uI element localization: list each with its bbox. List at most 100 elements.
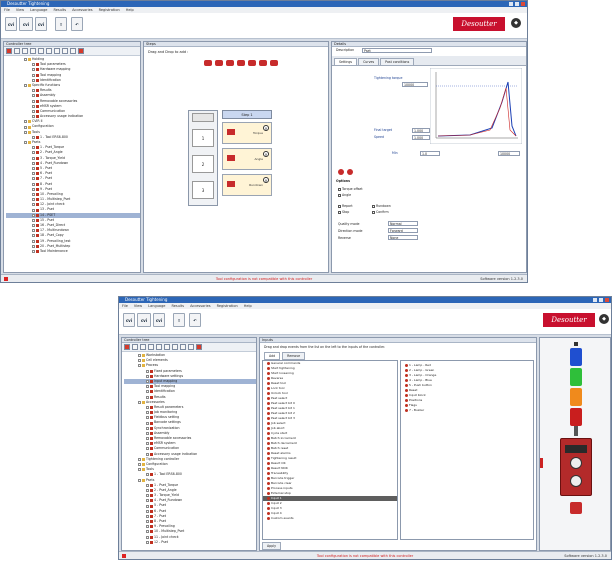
remove-icon[interactable]: ×: [263, 177, 269, 183]
step-card-rundown[interactable]: Rundown ×: [222, 174, 272, 196]
paste-icon[interactable]: [22, 48, 28, 54]
copy-icon[interactable]: [132, 344, 138, 350]
lamp-green[interactable]: [570, 368, 582, 386]
expand-toggle-icon[interactable]: [138, 463, 141, 467]
counterclockwise-icon[interactable]: [347, 169, 353, 175]
push-button-2[interactable]: [570, 475, 582, 487]
cvi-button-1[interactable]: cvi: [123, 313, 135, 327]
remove-icon[interactable]: ×: [263, 151, 269, 157]
reverse-step-icon[interactable]: [270, 60, 278, 66]
export-icon[interactable]: [54, 48, 60, 54]
checkbox-4[interactable]: Stop: [338, 210, 349, 214]
undo-button[interactable]: ↶: [189, 313, 201, 327]
settings-icon[interactable]: [70, 48, 76, 54]
expand-toggle-icon[interactable]: [138, 400, 141, 404]
cvi-button-3[interactable]: cvi: [35, 17, 47, 31]
checkbox-5[interactable]: Rundown: [372, 204, 391, 208]
field-input-4[interactable]: 1.0: [420, 151, 440, 156]
close-button[interactable]: [605, 298, 609, 302]
lamp-blue[interactable]: [570, 348, 582, 366]
expand-toggle-icon[interactable]: [24, 130, 27, 134]
expand-toggle-icon[interactable]: [138, 364, 141, 368]
expand-toggle-icon[interactable]: [138, 468, 141, 472]
collapse-handle[interactable]: [540, 458, 543, 468]
tab-2[interactable]: Curves: [358, 58, 380, 65]
cvi-button-2[interactable]: cvi: [19, 17, 33, 31]
field-input-5[interactable]: 10000: [498, 151, 520, 156]
check-step-icon[interactable]: [259, 60, 267, 66]
push-button-box[interactable]: [560, 438, 592, 496]
export-icon[interactable]: [172, 344, 178, 350]
prevailing-step-icon[interactable]: [248, 60, 256, 66]
rundown-step-icon[interactable]: [226, 60, 234, 66]
export-button[interactable]: ⇪: [55, 17, 67, 31]
expand-toggle-icon[interactable]: [24, 58, 27, 62]
expand-toggle-icon[interactable]: [24, 125, 27, 129]
tree-item[interactable]: 12 - Pset: [124, 540, 256, 545]
description-input[interactable]: Pset: [362, 48, 432, 53]
dropdown-2[interactable]: Forward: [388, 228, 418, 233]
import-icon[interactable]: [164, 344, 170, 350]
expand-toggle-icon[interactable]: [138, 354, 141, 358]
expand-toggle-icon[interactable]: [24, 141, 27, 145]
field-input-3[interactable]: 1.000: [412, 135, 430, 140]
cvi-button-2[interactable]: cvi: [137, 313, 151, 327]
expand-toggle-icon[interactable]: [24, 120, 27, 124]
expand-toggle-icon[interactable]: [138, 478, 141, 482]
cut-icon[interactable]: [148, 344, 154, 350]
copy-icon[interactable]: [14, 48, 20, 54]
undo-button[interactable]: ↶: [71, 17, 83, 31]
step-button-3[interactable]: 3: [192, 181, 214, 199]
cvi-button-1[interactable]: cvi: [5, 17, 17, 31]
maximize-button[interactable]: [599, 298, 603, 302]
checkbox-3[interactable]: Report: [338, 204, 353, 208]
angle-step-icon[interactable]: [215, 60, 223, 66]
delete-icon[interactable]: [38, 48, 44, 54]
tree-item[interactable]: Tool Maintenance: [6, 249, 140, 254]
step-card-torque[interactable]: Torque ×: [222, 122, 272, 144]
refresh-icon[interactable]: [62, 48, 68, 54]
export-button[interactable]: ⇪: [173, 313, 185, 327]
event-item[interactable]: Custom events: [263, 516, 397, 521]
step-card-angle[interactable]: Angle ×: [222, 148, 272, 170]
remove-tab[interactable]: Remove: [282, 352, 306, 360]
add-icon[interactable]: [124, 344, 130, 350]
tab-3[interactable]: Post conditions: [380, 58, 415, 65]
checkbox-1[interactable]: Torque offset: [338, 187, 363, 191]
clockwise-icon[interactable]: [338, 169, 344, 175]
paste-icon[interactable]: [140, 344, 146, 350]
add-icon[interactable]: [6, 48, 12, 54]
dropdown-3[interactable]: None: [388, 235, 418, 240]
minimize-button[interactable]: [593, 298, 597, 302]
minimize-button[interactable]: [509, 2, 513, 6]
cvi-button-3[interactable]: cvi: [153, 313, 165, 327]
field-input-2[interactable]: 1.000: [412, 128, 430, 133]
mapping-row[interactable]: 7 - Buzzer: [401, 408, 533, 413]
step-button-1[interactable]: 1: [192, 129, 214, 147]
step-button-2[interactable]: 2: [192, 155, 214, 173]
checkbox-2[interactable]: Angle: [338, 193, 351, 197]
import-icon[interactable]: [46, 48, 52, 54]
tool-icon[interactable]: [78, 48, 84, 54]
push-button[interactable]: [570, 457, 582, 469]
field-input-1[interactable]: 10000: [402, 82, 428, 87]
remove-icon[interactable]: ×: [263, 125, 269, 131]
maximize-button[interactable]: [515, 2, 519, 6]
settings-icon[interactable]: [188, 344, 194, 350]
cut-icon[interactable]: [30, 48, 36, 54]
apply-button[interactable]: Apply: [262, 542, 281, 550]
delete-icon[interactable]: [156, 344, 162, 350]
torque-step-icon[interactable]: [204, 60, 212, 66]
checkbox-6[interactable]: Confirm: [372, 210, 389, 214]
refresh-icon[interactable]: [180, 344, 186, 350]
close-button[interactable]: [521, 2, 525, 6]
expand-toggle-icon[interactable]: [138, 359, 141, 363]
add-tab[interactable]: Add: [264, 352, 281, 360]
dropdown-1[interactable]: Normal: [388, 221, 418, 226]
tool-icon[interactable]: [196, 344, 202, 350]
lamp-red[interactable]: [570, 408, 582, 426]
lamp-orange[interactable]: [570, 388, 582, 406]
expand-toggle-icon[interactable]: [138, 457, 141, 461]
tab-1[interactable]: Settings: [334, 58, 358, 65]
expand-toggle-icon[interactable]: [24, 84, 27, 88]
